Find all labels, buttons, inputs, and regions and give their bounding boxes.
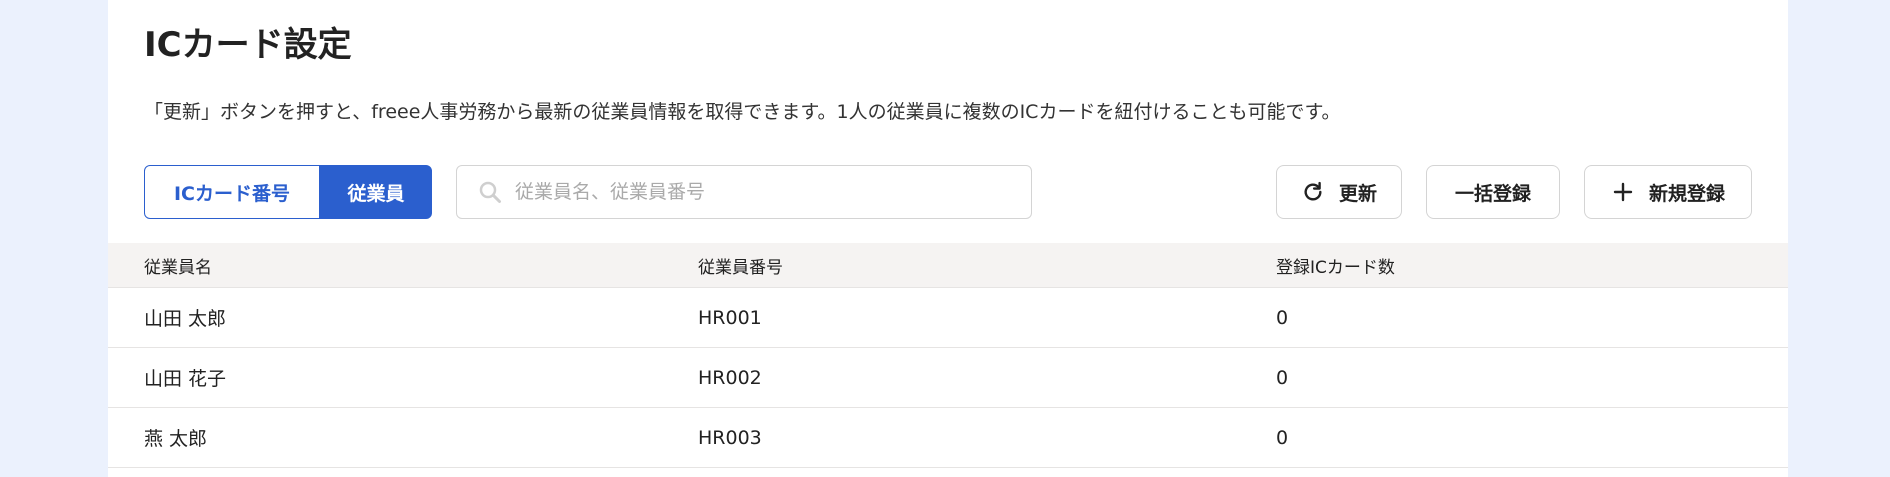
table-row[interactable]: 山田 花子 HR002 0 <box>108 348 1788 408</box>
view-toggle: ICカード番号 従業員 <box>144 165 432 219</box>
column-header-employee-number: 従業員番号 <box>698 257 783 278</box>
card-count-cell: 0 <box>1276 366 1289 389</box>
card-count-cell: 0 <box>1276 306 1289 329</box>
toggle-employee[interactable]: 従業員 <box>320 165 432 219</box>
bulk-register-button[interactable]: 一括登録 <box>1426 165 1560 219</box>
refresh-button[interactable]: 更新 <box>1276 165 1402 219</box>
refresh-button-label: 更新 <box>1338 182 1377 205</box>
column-header-employee-name: 従業員名 <box>144 257 212 278</box>
page-title: ICカード設定 <box>144 25 352 65</box>
employee-name-cell: 燕 太郎 <box>144 428 208 450</box>
bulk-register-button-label: 一括登録 <box>1454 182 1531 205</box>
employee-number-cell: HR002 <box>698 366 762 389</box>
main-panel: ICカード設定 「更新」ボタンを押すと、freee人事労務から最新の従業員情報を… <box>108 0 1788 477</box>
plus-icon <box>1611 180 1635 204</box>
table-row[interactable]: 燕 太郎 HR003 0 <box>108 408 1788 468</box>
table-row[interactable]: 山田 太郎 HR001 0 <box>108 288 1788 348</box>
card-count-cell: 0 <box>1276 426 1289 449</box>
search-icon <box>477 179 503 205</box>
page-description: 「更新」ボタンを押すと、freee人事労務から最新の従業員情報を取得できます。1… <box>144 101 1341 123</box>
new-register-button-label: 新規登録 <box>1648 182 1725 205</box>
employee-name-cell: 山田 花子 <box>144 368 227 390</box>
employee-number-cell: HR001 <box>698 306 762 329</box>
table-header: 従業員名 従業員番号 登録ICカード数 <box>108 243 1788 288</box>
search-input[interactable] <box>513 180 1017 204</box>
search-box[interactable] <box>456 165 1032 219</box>
new-register-button[interactable]: 新規登録 <box>1584 165 1752 219</box>
toggle-ic-card-number[interactable]: ICカード番号 <box>144 165 320 219</box>
column-header-registered-card-count: 登録ICカード数 <box>1276 257 1395 278</box>
employee-name-cell: 山田 太郎 <box>144 308 227 330</box>
employee-number-cell: HR003 <box>698 426 762 449</box>
refresh-icon <box>1301 180 1325 204</box>
